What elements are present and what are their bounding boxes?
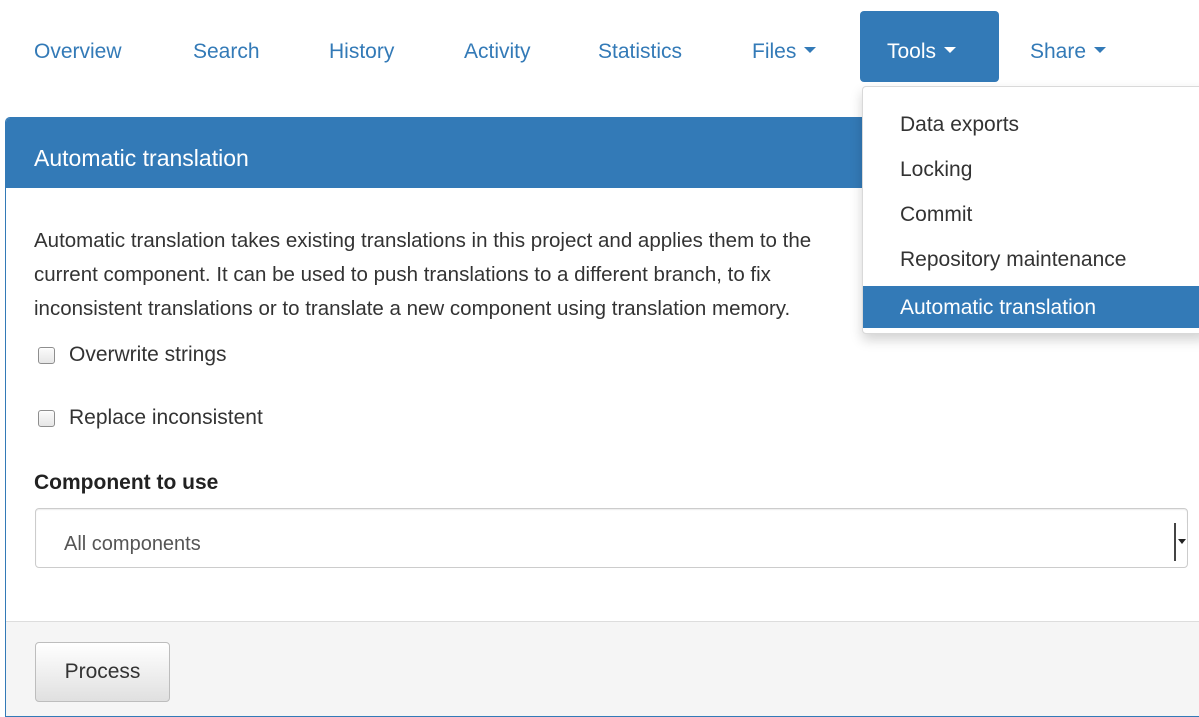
overwrite-strings-option[interactable]: Overwrite strings — [38, 343, 227, 367]
tab-statistics-label: Statistics — [598, 40, 683, 63]
panel-description: Automatic translation takes existing tra… — [34, 229, 812, 320]
tab-tools[interactable]: Tools — [860, 11, 999, 82]
tab-search-label: Search — [193, 40, 260, 63]
menu-item-automatic-translation[interactable]: Automatic translation — [863, 286, 1199, 328]
tab-history[interactable]: History — [329, 11, 419, 82]
panel-footer: Process — [6, 621, 1199, 716]
overwrite-strings-label: Overwrite strings — [69, 343, 227, 366]
caret-down-icon — [944, 47, 957, 54]
project-nav: Overview Search History Activity Statist… — [0, 0, 1199, 82]
tab-statistics[interactable]: Statistics — [598, 11, 708, 82]
tab-history-label: History — [329, 40, 395, 63]
select-arrow-icon[interactable] — [1174, 523, 1187, 561]
tab-share-label: Share — [1030, 40, 1107, 63]
tab-overview-label: Overview — [34, 40, 122, 63]
tab-files-label: Files — [752, 40, 817, 63]
tab-activity[interactable]: Activity — [464, 11, 554, 82]
replace-inconsistent-checkbox[interactable] — [38, 409, 55, 427]
tab-tools-label: Tools — [887, 40, 957, 63]
replace-inconsistent-option[interactable]: Replace inconsistent — [38, 406, 263, 430]
tab-files-text: Files — [752, 40, 797, 63]
tab-activity-label: Activity — [464, 40, 531, 63]
replace-inconsistent-label: Replace inconsistent — [69, 406, 263, 429]
overwrite-strings-checkbox[interactable] — [38, 346, 55, 364]
tab-share[interactable]: Share — [1030, 11, 1140, 82]
component-field-label: Component to use — [34, 471, 219, 494]
process-button[interactable]: Process — [35, 642, 170, 702]
menu-item-locking[interactable]: Locking — [863, 148, 1199, 190]
component-select-value: All components — [64, 533, 201, 555]
tab-search[interactable]: Search — [193, 11, 283, 82]
tab-files[interactable]: Files — [752, 11, 842, 82]
menu-item-data-exports[interactable]: Data exports — [863, 103, 1199, 145]
tab-overview[interactable]: Overview — [34, 11, 144, 82]
caret-down-icon — [1094, 47, 1107, 54]
component-select[interactable]: All components — [35, 508, 1188, 568]
tools-dropdown-menu: Data exports Locking Commit Repository m… — [862, 86, 1199, 334]
tab-tools-text: Tools — [887, 40, 937, 63]
menu-item-repository-maintenance[interactable]: Repository maintenance — [863, 238, 1199, 280]
menu-item-commit[interactable]: Commit — [863, 193, 1199, 235]
tab-share-text: Share — [1030, 40, 1087, 63]
caret-down-icon — [804, 47, 817, 54]
